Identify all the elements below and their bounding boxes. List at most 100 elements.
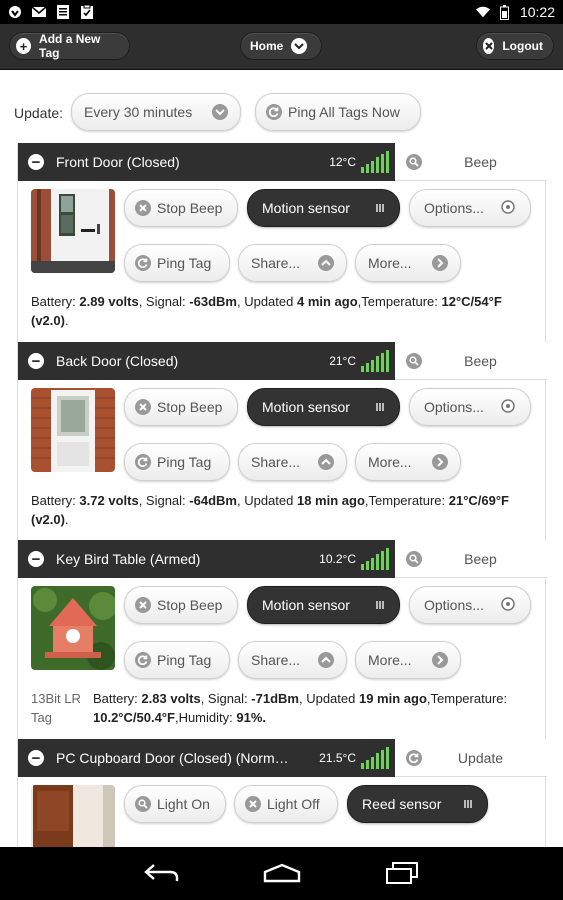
tag-photo[interactable] bbox=[31, 785, 115, 847]
light-on-button[interactable]: Light On bbox=[124, 785, 226, 823]
ping-all-tags-button[interactable]: Ping All Tags Now bbox=[255, 93, 422, 131]
options-button[interactable]: Options... bbox=[409, 586, 531, 624]
tag-header[interactable]: − PC Cupboard Door (Closed) (Normal ... … bbox=[18, 739, 547, 777]
ping-tag-label: Ping Tag bbox=[157, 454, 212, 470]
more-button[interactable]: More... bbox=[355, 244, 461, 282]
chevron-up-icon bbox=[318, 255, 334, 271]
ping-tag-label: Ping Tag bbox=[157, 255, 212, 271]
ping-tag-button[interactable]: Ping Tag bbox=[124, 443, 230, 481]
signal-strength-icon bbox=[360, 548, 390, 570]
options-button[interactable]: Options... bbox=[409, 388, 531, 426]
home-dropdown[interactable]: Home bbox=[240, 32, 322, 60]
tag-temperature: 12°C bbox=[329, 155, 356, 169]
stop-beep-button[interactable]: Stop Beep bbox=[124, 586, 238, 624]
gear-icon bbox=[500, 596, 516, 615]
tag-card: − Front Door (Closed) 12°C Beep Stop Bee… bbox=[17, 143, 547, 344]
gear-icon bbox=[500, 398, 516, 417]
document-icon bbox=[56, 5, 70, 19]
chevron-up-icon bbox=[318, 652, 334, 668]
menu-grid-icon bbox=[375, 200, 385, 216]
motion-sensor-button[interactable]: Motion sensor bbox=[247, 388, 400, 426]
reed-sensor-button[interactable]: Reed sensor bbox=[347, 785, 488, 823]
update-label: Update: bbox=[14, 105, 64, 121]
tag-header[interactable]: − Front Door (Closed) 12°C Beep bbox=[18, 143, 547, 181]
motion-sensor-button[interactable]: Motion sensor bbox=[247, 189, 400, 227]
update-interval-select[interactable]: Every 30 minutes bbox=[71, 93, 242, 131]
refresh-icon bbox=[266, 104, 283, 120]
more-button[interactable]: More... bbox=[355, 443, 461, 481]
back-icon[interactable] bbox=[144, 861, 180, 888]
chevron-right-icon bbox=[432, 255, 448, 271]
signal-strength-icon bbox=[360, 747, 390, 769]
chevron-down-icon bbox=[291, 38, 308, 54]
beep-label: Beep bbox=[464, 153, 497, 170]
options-label: Options... bbox=[424, 399, 484, 415]
tag-name: Back Door (Closed) bbox=[56, 353, 179, 369]
collapse-icon[interactable]: − bbox=[28, 750, 44, 766]
add-new-tag-label: Add a New Tag bbox=[39, 32, 101, 60]
tag-temperature: 21.5°C bbox=[319, 751, 356, 765]
collapse-icon[interactable]: − bbox=[28, 551, 44, 567]
gear-icon bbox=[500, 199, 516, 218]
stop-beep-button[interactable]: Stop Beep bbox=[124, 388, 238, 426]
beep-button[interactable]: Beep bbox=[395, 143, 547, 181]
close-circle-icon bbox=[135, 597, 151, 613]
tag-card: − Back Door (Closed) 21°C Beep Stop Beep… bbox=[17, 342, 547, 543]
close-circle-icon bbox=[245, 796, 261, 812]
more-button[interactable]: More... bbox=[355, 641, 461, 679]
options-label: Options... bbox=[424, 597, 484, 613]
wifi-icon bbox=[475, 5, 490, 19]
ping-tag-button[interactable]: Ping Tag bbox=[124, 641, 230, 679]
beep-button[interactable]: Beep bbox=[395, 540, 547, 578]
tag-photo[interactable] bbox=[31, 586, 115, 670]
share-button[interactable]: Share... bbox=[238, 443, 347, 481]
menu-grid-icon bbox=[375, 399, 385, 415]
collapse-icon[interactable]: − bbox=[28, 353, 44, 369]
tag-temperature: 21°C bbox=[329, 354, 356, 368]
recent-apps-icon[interactable] bbox=[385, 861, 419, 890]
tag-status-info: Battery: 2.83 volts, Signal: -71dBm, Upd… bbox=[93, 691, 508, 725]
close-circle-icon bbox=[135, 200, 151, 216]
options-button[interactable]: Options... bbox=[409, 189, 531, 227]
ping-tag-button[interactable]: Ping Tag bbox=[124, 244, 230, 282]
search-icon bbox=[406, 550, 422, 567]
share-button[interactable]: Share... bbox=[238, 641, 347, 679]
tag-body: Stop Beep Motion sensor Options... Ping … bbox=[18, 181, 545, 344]
beep-button[interactable]: Beep bbox=[395, 342, 547, 380]
tag-name: Front Door (Closed) bbox=[56, 154, 180, 170]
android-nav-bar bbox=[0, 847, 563, 900]
share-label: Share... bbox=[251, 652, 301, 668]
tag-photo[interactable] bbox=[31, 189, 115, 273]
share-label: Share... bbox=[251, 454, 301, 470]
share-button[interactable]: Share... bbox=[238, 244, 347, 282]
tag-header[interactable]: − Key Bird Table (Armed) 10.2°C Beep bbox=[18, 540, 547, 578]
more-label: More... bbox=[368, 255, 412, 271]
refresh-icon bbox=[135, 652, 151, 668]
stop-beep-label: Stop Beep bbox=[157, 200, 223, 216]
notification-app-icon bbox=[8, 5, 22, 19]
chevron-down-icon bbox=[212, 104, 229, 120]
update-interval-value: Every 30 minutes bbox=[84, 104, 193, 120]
home-icon[interactable] bbox=[263, 863, 301, 888]
more-label: More... bbox=[368, 454, 412, 470]
mail-icon bbox=[32, 5, 46, 19]
collapse-icon[interactable]: − bbox=[28, 154, 44, 170]
tag-photo[interactable] bbox=[31, 388, 115, 472]
add-new-tag-button[interactable]: + Add a New Tag bbox=[9, 32, 130, 60]
search-icon bbox=[135, 796, 151, 812]
chevron-right-icon bbox=[432, 454, 448, 470]
stop-beep-button[interactable]: Stop Beep bbox=[124, 189, 238, 227]
logout-button[interactable]: Logout bbox=[476, 32, 554, 60]
tag-type-label: 13Bit LR Tag bbox=[31, 691, 81, 725]
motion-sensor-button[interactable]: Motion sensor bbox=[247, 586, 400, 624]
light-on-label: Light On bbox=[157, 796, 210, 812]
update-button[interactable]: Update bbox=[395, 739, 547, 777]
signal-strength-icon bbox=[360, 350, 390, 372]
reed-sensor-label: Reed sensor bbox=[362, 796, 442, 812]
tag-name: Key Bird Table (Armed) bbox=[56, 551, 201, 567]
light-off-button[interactable]: Light Off bbox=[234, 785, 338, 823]
chevron-up-icon bbox=[318, 454, 334, 470]
search-icon bbox=[406, 352, 422, 369]
tag-list-content[interactable]: Update: Every 30 minutes Ping All Tags N… bbox=[0, 71, 563, 847]
tag-header[interactable]: − Back Door (Closed) 21°C Beep bbox=[18, 342, 547, 380]
